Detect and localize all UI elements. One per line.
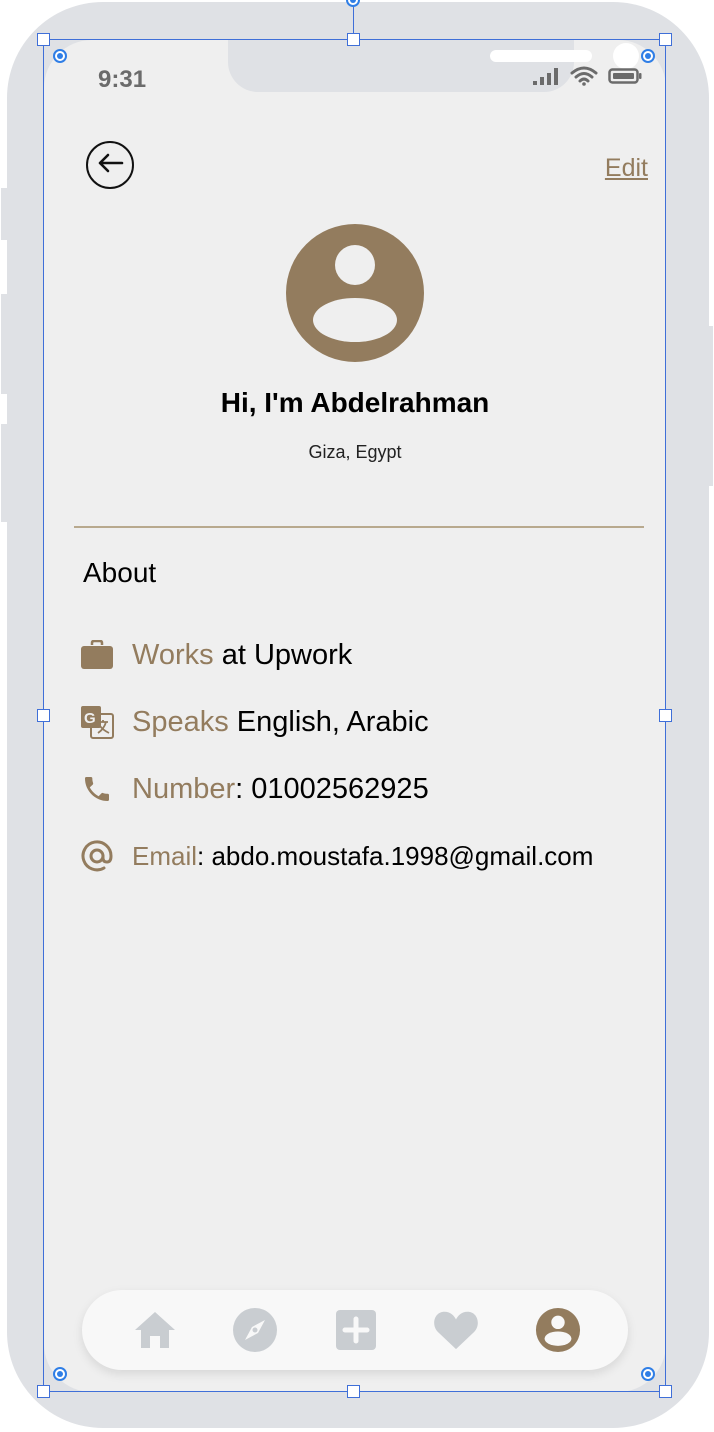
corner-radius-handle[interactable] — [53, 1367, 67, 1381]
resize-handle-bottom-right[interactable] — [659, 1385, 672, 1398]
corner-radius-handle[interactable] — [641, 49, 655, 63]
side-button — [707, 326, 713, 486]
side-button — [1, 294, 7, 394]
resize-handle-top-left[interactable] — [37, 33, 50, 46]
side-button — [1, 188, 7, 240]
resize-handle-bottom[interactable] — [347, 1385, 360, 1398]
selection-border — [43, 39, 666, 1392]
side-button — [1, 424, 7, 522]
design-canvas: 9:31 Edit Hi, I'm Abdelrahman Giza, Egyp… — [0, 0, 714, 1432]
resize-handle-bottom-left[interactable] — [37, 1385, 50, 1398]
corner-radius-handle[interactable] — [53, 49, 67, 63]
resize-handle-left[interactable] — [37, 709, 50, 722]
resize-handle-right[interactable] — [659, 709, 672, 722]
resize-handle-top-right[interactable] — [659, 33, 672, 46]
resize-handle-top[interactable] — [347, 33, 360, 46]
corner-radius-handle[interactable] — [641, 1367, 655, 1381]
